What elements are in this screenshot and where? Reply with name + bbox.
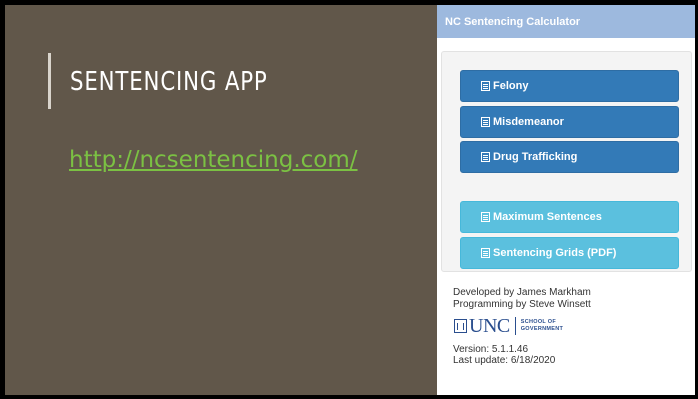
unc-sog-logo: UNC SCHOOL OF GOVERNMENT <box>454 315 563 337</box>
sentencing-grids-button[interactable]: Sentencing Grids (PDF) <box>460 237 679 269</box>
developer-credit: Developed by James Markham <box>453 287 591 298</box>
logo-school-text: SCHOOL OF GOVERNMENT <box>521 319 563 334</box>
last-update-text: Last update: 6/18/2020 <box>453 355 556 366</box>
logo-school-line2: GOVERNMENT <box>520 326 564 332</box>
programmer-credit: Programming by Steve Winsett <box>453 299 591 310</box>
drug-trafficking-button-label: Drug Trafficking <box>493 151 578 163</box>
logo-school-line1: SCHOOL OF <box>520 318 557 325</box>
slide-title: SENTENCING APP <box>70 67 268 97</box>
maximum-sentences-button-label: Maximum Sentences <box>493 211 602 223</box>
list-alt-icon <box>481 117 490 127</box>
version-text: Version: 5.1.1.46 <box>453 344 529 355</box>
list-alt-icon <box>481 81 490 91</box>
list-alt-icon <box>481 248 490 258</box>
maximum-sentences-button[interactable]: Maximum Sentences <box>460 201 679 233</box>
list-alt-icon <box>481 212 490 222</box>
menu-panel: Felony Misdemeanor Drug Trafficking Maxi… <box>441 51 692 272</box>
drug-trafficking-button[interactable]: Drug Trafficking <box>460 141 679 173</box>
unc-seal-icon <box>454 319 467 333</box>
list-alt-icon <box>481 152 490 162</box>
title-accent-bar <box>48 53 51 109</box>
sentencing-site-link[interactable]: http://ncsentencing.com/ <box>69 147 358 173</box>
misdemeanor-button[interactable]: Misdemeanor <box>460 106 679 138</box>
sentencing-grids-button-label: Sentencing Grids (PDF) <box>493 247 617 259</box>
felony-button-label: Felony <box>493 80 529 92</box>
logo-unc-text: UNC <box>469 315 510 337</box>
app-header-title: NC Sentencing Calculator <box>437 5 695 38</box>
felony-button[interactable]: Felony <box>460 70 679 102</box>
misdemeanor-button-label: Misdemeanor <box>493 116 564 128</box>
logo-divider <box>514 317 516 335</box>
sentencing-calculator-app: NC Sentencing Calculator Felony Misdemea… <box>437 5 695 395</box>
